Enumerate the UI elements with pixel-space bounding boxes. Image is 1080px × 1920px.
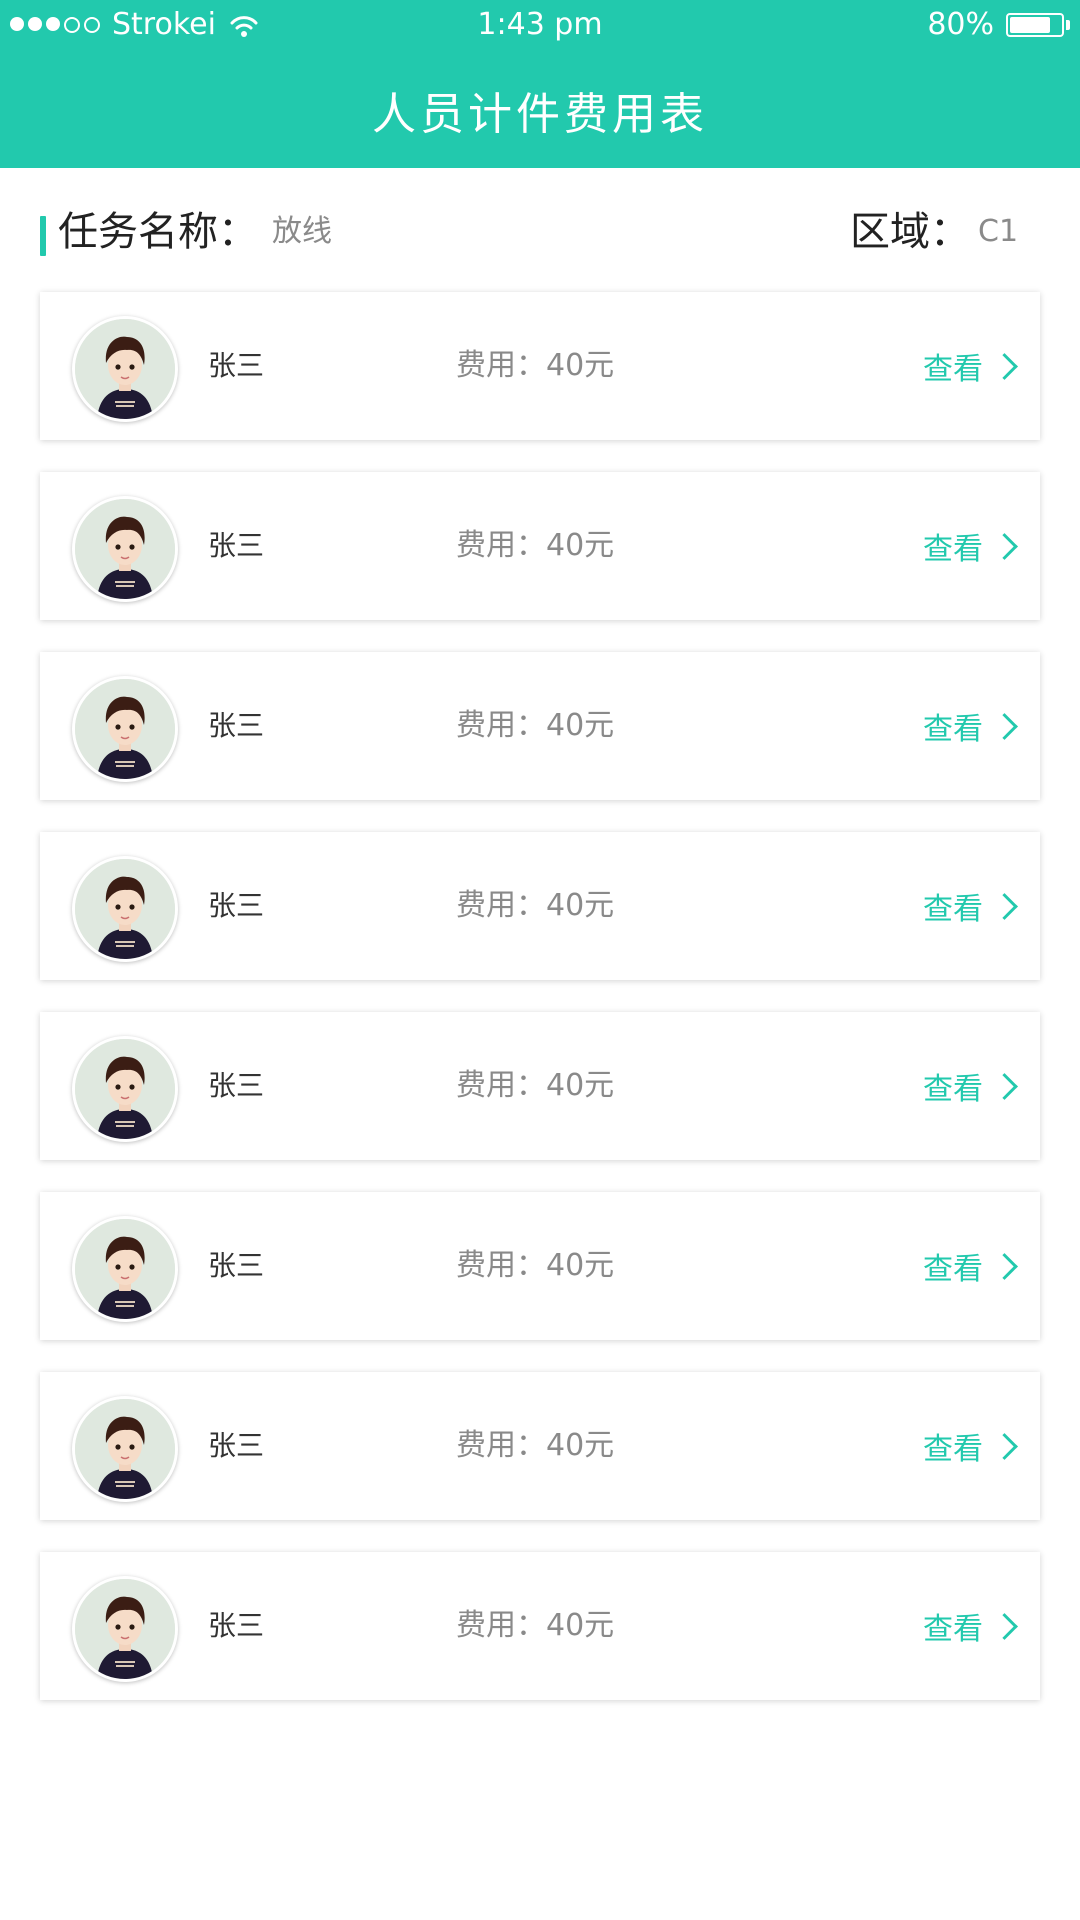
view-button[interactable]: 查看 [923, 472, 1018, 620]
worker-card[interactable]: 张三 费用：40元 查看 [40, 1012, 1040, 1160]
page-title: 人员计件费用表 [372, 89, 708, 140]
avatar-icon [72, 1576, 178, 1682]
worker-name: 张三 [208, 1249, 265, 1282]
worker-name: 张三 [208, 1429, 265, 1462]
app-header: Strokei 1:43 pm 80% 人员计件费用表 [0, 0, 1080, 168]
worker-card[interactable]: 张三 费用：40元 查看 [40, 292, 1040, 440]
view-button-label: 查看 [923, 1432, 983, 1467]
chevron-right-icon [991, 892, 1018, 920]
area-label: 区域： [850, 209, 970, 255]
chevron-right-icon [991, 352, 1018, 380]
worker-card[interactable]: 张三 费用：40元 查看 [40, 832, 1040, 980]
status-right: 80% [927, 0, 1070, 50]
worker-card[interactable]: 张三 费用：40元 查看 [40, 1552, 1040, 1700]
battery-level-fill [1010, 17, 1050, 33]
task-name-value: 放线 [272, 214, 332, 249]
avatar-icon [72, 1396, 178, 1502]
task-name-label: 任务名称： [58, 209, 258, 255]
view-button-label: 查看 [923, 532, 983, 567]
worker-fee: 费用：40元 [456, 1608, 615, 1643]
view-button[interactable]: 查看 [923, 1012, 1018, 1160]
view-button[interactable]: 查看 [923, 652, 1018, 800]
accent-bar [40, 216, 46, 256]
battery-cap [1066, 20, 1070, 30]
view-button-label: 查看 [923, 1252, 983, 1287]
view-button[interactable]: 查看 [923, 1192, 1018, 1340]
worker-fee: 费用：40元 [456, 1428, 615, 1463]
chevron-right-icon [991, 532, 1018, 560]
avatar-icon [72, 1036, 178, 1142]
worker-name: 张三 [208, 1069, 265, 1102]
status-time: 1:43 pm [477, 7, 603, 42]
chevron-right-icon [991, 1432, 1018, 1460]
worker-name: 张三 [208, 709, 265, 742]
chevron-right-icon [991, 1072, 1018, 1100]
chevron-right-icon [991, 712, 1018, 740]
avatar-icon [72, 496, 178, 602]
worker-name: 张三 [208, 529, 265, 562]
avatar-icon [72, 316, 178, 422]
view-button-label: 查看 [923, 1612, 983, 1647]
area-value: C1 [978, 214, 1019, 249]
battery-percentage: 80% [927, 7, 994, 42]
worker-card[interactable]: 张三 费用：40元 查看 [40, 1192, 1040, 1340]
view-button[interactable]: 查看 [923, 832, 1018, 980]
worker-fee: 费用：40元 [456, 1248, 615, 1283]
view-button[interactable]: 查看 [923, 292, 1018, 440]
worker-name: 张三 [208, 889, 265, 922]
chevron-right-icon [991, 1252, 1018, 1280]
avatar-icon [72, 676, 178, 782]
view-button-label: 查看 [923, 352, 983, 387]
worker-fee: 费用：40元 [456, 348, 615, 383]
worker-card[interactable]: 张三 费用：40元 查看 [40, 1372, 1040, 1520]
avatar-icon [72, 1216, 178, 1322]
worker-name: 张三 [208, 349, 265, 382]
view-button-label: 查看 [923, 1072, 983, 1107]
battery-icon [1006, 13, 1064, 37]
worker-fee: 费用：40元 [456, 888, 615, 923]
task-info-row: 任务名称： 放线 区域： C1 [40, 202, 1040, 262]
chevron-right-icon [991, 1612, 1018, 1640]
worker-list: 张三 费用：40元 查看 张三 费用：40元 查看 张三 费用：40元 查看 张… [40, 292, 1040, 1732]
view-button-label: 查看 [923, 712, 983, 747]
worker-fee: 费用：40元 [456, 1068, 615, 1103]
worker-card[interactable]: 张三 费用：40元 查看 [40, 652, 1040, 800]
worker-fee: 费用：40元 [456, 528, 615, 563]
worker-name: 张三 [208, 1609, 265, 1642]
view-button[interactable]: 查看 [923, 1372, 1018, 1520]
worker-card[interactable]: 张三 费用：40元 查看 [40, 472, 1040, 620]
status-bar: Strokei 1:43 pm 80% [0, 0, 1080, 50]
worker-fee: 费用：40元 [456, 708, 615, 743]
avatar-icon [72, 856, 178, 962]
view-button[interactable]: 查看 [923, 1552, 1018, 1700]
view-button-label: 查看 [923, 892, 983, 927]
